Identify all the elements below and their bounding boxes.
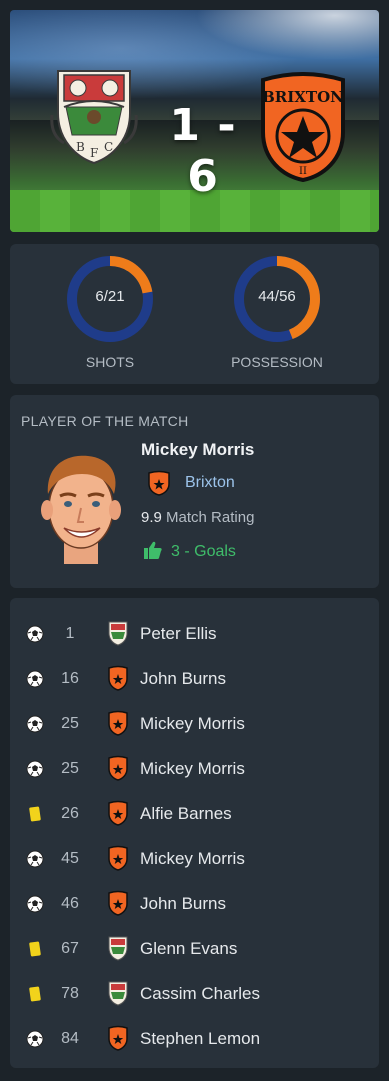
stat-shots: 6/21 SHOTS — [50, 254, 170, 370]
brixton-crest-icon — [108, 890, 128, 916]
event-player-name[interactable]: Glenn Evans — [140, 939, 237, 959]
event-row[interactable]: 26 Alfie Barnes — [10, 790, 379, 835]
event-player-name[interactable]: Cassim Charles — [140, 984, 260, 1004]
event-minute: 78 — [61, 985, 79, 1002]
brixton-crest-icon — [108, 800, 128, 826]
event-row[interactable]: 45 Mickey Morris — [10, 835, 379, 880]
event-minute: 26 — [61, 805, 79, 822]
svg-text:II: II — [299, 166, 307, 177]
football-icon — [26, 895, 44, 913]
possession-label: POSSESSION — [231, 354, 323, 370]
event-player-name[interactable]: Peter Ellis — [140, 624, 217, 644]
event-row[interactable]: 84 Stephen Lemon — [10, 1015, 379, 1060]
possession-value: 44/56 — [258, 288, 296, 305]
shots-label: SHOTS — [85, 354, 135, 370]
event-row[interactable]: 67 Glenn Evans — [10, 925, 379, 970]
potm-rating: 9.9 Match Rating — [141, 509, 254, 526]
away-crest-icon[interactable]: BRIXTON II — [257, 72, 349, 182]
brixton-crest-icon — [148, 470, 170, 496]
event-minute: 25 — [61, 715, 79, 732]
potm-team-name[interactable]: Brixton — [185, 474, 235, 492]
football-icon — [26, 1030, 44, 1048]
football-icon — [26, 715, 44, 733]
home-crest-icon[interactable]: B F C — [50, 65, 138, 165]
event-row[interactable]: 25 Mickey Morris — [10, 745, 379, 790]
shots-value: 6/21 — [95, 288, 125, 305]
event-minute: 84 — [61, 1030, 79, 1047]
match-score: 1 - 6 — [169, 100, 237, 202]
brixton-crest-icon — [108, 1025, 128, 1051]
event-row[interactable]: 25 Mickey Morris — [10, 700, 379, 745]
barnet-crest-icon — [108, 981, 128, 1006]
football-icon — [26, 625, 44, 643]
match-events-card: 1 Peter Ellis 16 John Burns 25 Mickey Morris 2… — [10, 598, 379, 1068]
svg-text:BRIXTON: BRIXTON — [262, 88, 344, 106]
stat-possession: 44/56 POSSESSION — [217, 254, 337, 370]
brixton-crest-icon — [108, 665, 128, 691]
brixton-crest-icon — [108, 755, 128, 781]
potm-rating-value: 9.9 — [141, 509, 162, 526]
event-player-name[interactable]: Mickey Morris — [140, 714, 245, 734]
potm-goals: 3 - Goals — [171, 543, 236, 560]
svg-text:F: F — [90, 146, 98, 160]
football-icon — [26, 850, 44, 868]
match-header: B F C 1 - 6 BRIXTON II — [10, 10, 379, 232]
event-row[interactable]: 16 John Burns — [10, 655, 379, 700]
event-player-name[interactable]: John Burns — [140, 669, 226, 689]
yellow-card-icon — [29, 806, 41, 822]
event-row[interactable]: 1 Peter Ellis — [10, 610, 379, 655]
thumbs-up-icon — [144, 541, 162, 559]
svg-text:B: B — [76, 140, 85, 154]
yellow-card-icon — [29, 941, 41, 957]
potm-player-name[interactable]: Mickey Morris — [141, 440, 254, 460]
event-minute: 1 — [65, 625, 75, 642]
event-player-name[interactable]: Mickey Morris — [140, 759, 245, 779]
potm-rating-label: Match Rating — [166, 509, 255, 526]
event-minute: 46 — [61, 895, 79, 912]
brixton-crest-icon — [108, 710, 128, 736]
football-icon — [26, 670, 44, 688]
potm-title: PLAYER OF THE MATCH — [21, 413, 189, 429]
event-player-name[interactable]: Stephen Lemon — [140, 1029, 260, 1049]
event-minute: 16 — [61, 670, 79, 687]
player-avatar[interactable] — [38, 450, 124, 564]
football-icon — [26, 760, 44, 778]
barnet-crest-icon — [108, 936, 128, 961]
event-player-name[interactable]: John Burns — [140, 894, 226, 914]
event-player-name[interactable]: Mickey Morris — [140, 849, 245, 869]
player-of-the-match-card[interactable]: PLAYER OF THE MATCH Mickey Morris Brixto… — [10, 395, 379, 588]
barnet-crest-icon — [108, 621, 128, 646]
event-row[interactable]: 46 John Burns — [10, 880, 379, 925]
yellow-card-icon — [29, 986, 41, 1002]
svg-text:C: C — [104, 140, 113, 154]
event-row[interactable]: 78 Cassim Charles — [10, 970, 379, 1015]
event-minute: 45 — [61, 850, 79, 867]
stats-card: 6/21 SHOTS 44/56 POSSESSION — [10, 244, 379, 384]
event-minute: 25 — [61, 760, 79, 777]
event-minute: 67 — [61, 940, 79, 957]
event-player-name[interactable]: Alfie Barnes — [140, 804, 232, 824]
brixton-crest-icon — [108, 845, 128, 871]
